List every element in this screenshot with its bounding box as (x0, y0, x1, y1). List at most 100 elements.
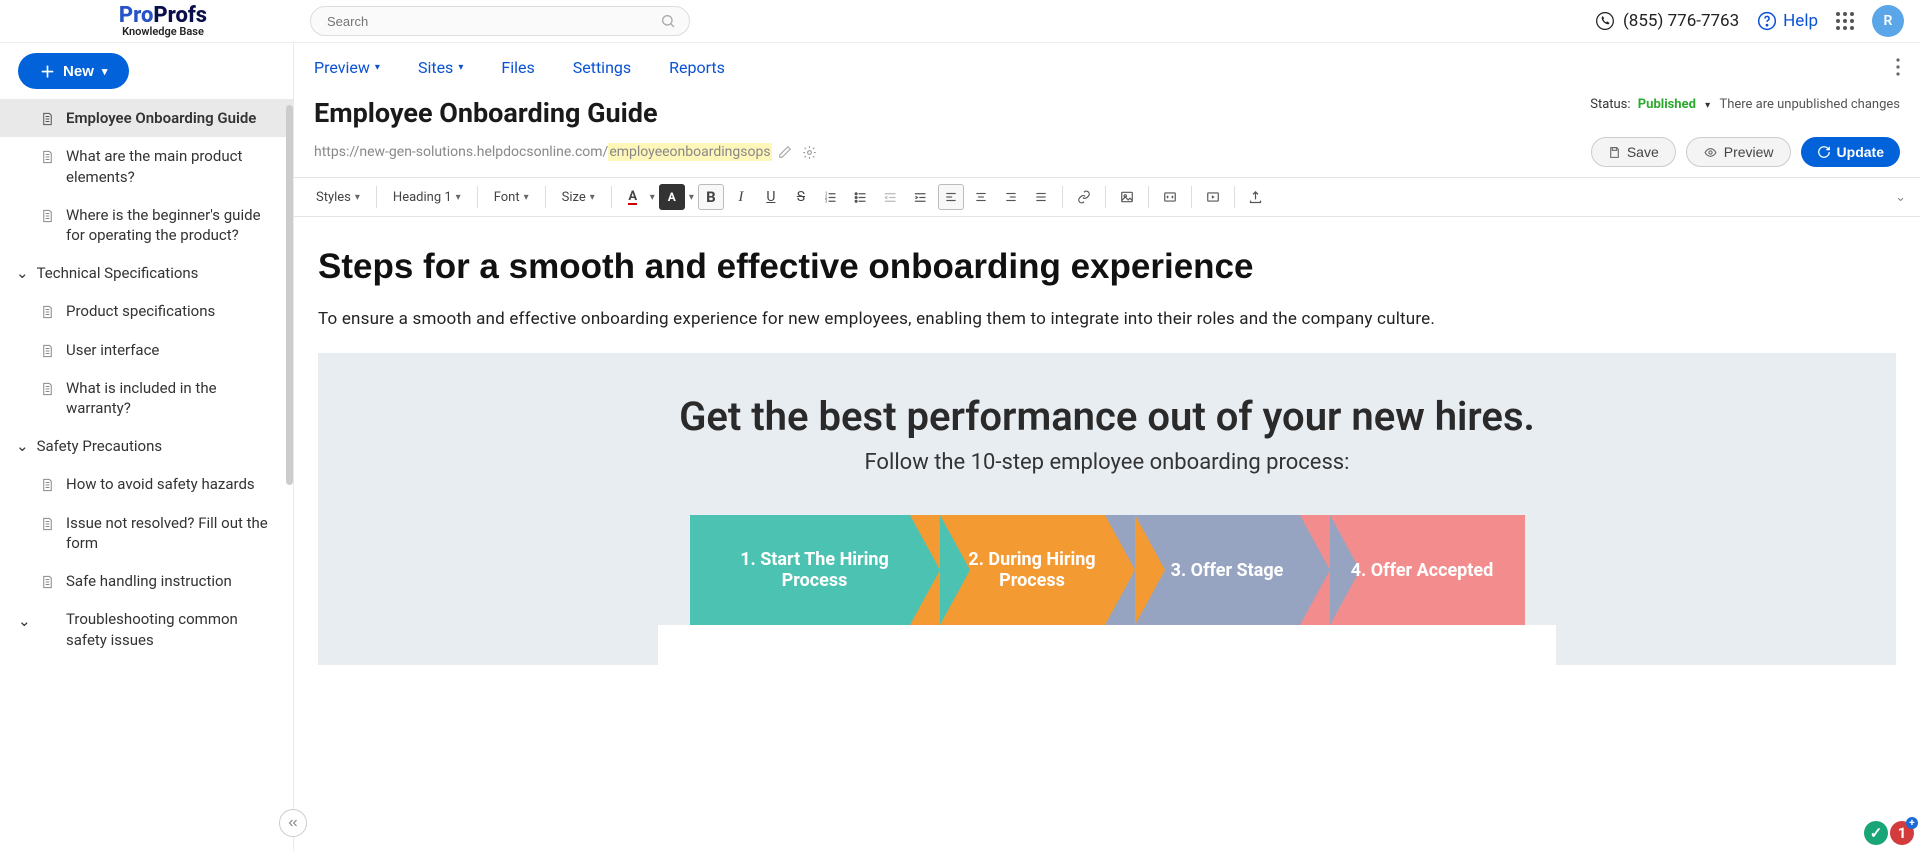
flow-step-1: 1. Start The Hiring Process (690, 515, 940, 625)
phone-block[interactable]: (855) 776-7763 (1595, 11, 1739, 31)
chevron-down-icon[interactable]: ▾ (1705, 100, 1710, 111)
title-row: Employee Onboarding Guide Status: Publis… (294, 91, 1920, 133)
toolbar-styles-select[interactable]: Styles▾ (308, 183, 368, 211)
sidebar-item-warranty[interactable]: What is included in the warranty? (0, 369, 293, 428)
code-icon[interactable] (1157, 184, 1183, 210)
toolbar-heading-select[interactable]: Heading 1▾ (385, 183, 469, 211)
sidebar-item-onboarding-guide[interactable]: Employee Onboarding Guide (0, 99, 293, 137)
toolbar-size-select[interactable]: Size▾ (554, 183, 603, 211)
upload-icon[interactable] (1243, 184, 1269, 210)
submenu-files[interactable]: Files (501, 58, 534, 77)
chevron-down-icon: ▾ (375, 62, 380, 73)
document-icon (40, 303, 56, 321)
page-url: https://new-gen-solutions.helpdocsonline… (314, 144, 772, 160)
edit-url-icon[interactable] (778, 145, 792, 159)
italic-icon[interactable]: I (728, 184, 754, 210)
hero-subheading: Follow the 10-step employee onboarding p… (358, 450, 1856, 475)
sidebar-item-product-spec[interactable]: Product specifications (0, 292, 293, 330)
underline-icon[interactable]: U (758, 184, 784, 210)
sidebar-section-label: Technical Specifications (37, 264, 199, 282)
sidebar-item-troubleshooting[interactable]: ⌄ Troubleshooting common safety issues (0, 600, 293, 659)
url-settings-icon[interactable] (802, 145, 817, 160)
chevron-down-icon: ▾ (458, 62, 463, 73)
main-panel: Preview▾ Sites▾ Files Settings Reports E… (294, 43, 1920, 851)
document-icon (40, 207, 56, 225)
align-left-icon[interactable] (938, 184, 964, 210)
update-button[interactable]: Update (1801, 137, 1900, 167)
sidebar-section-technical[interactable]: ⌄ Technical Specifications (0, 254, 293, 292)
chevron-down-icon: ▾ (102, 65, 108, 78)
sidebar-item-issue-form[interactable]: Issue not resolved? Fill out the form (0, 504, 293, 563)
status-label: Status: (1590, 97, 1630, 112)
more-menu-icon[interactable] (1896, 58, 1900, 76)
submenu-settings[interactable]: Settings (573, 58, 631, 77)
save-icon (1608, 146, 1621, 159)
sidebar-item-label: User interface (66, 340, 159, 360)
submenu: Preview▾ Sites▾ Files Settings Reports (294, 43, 1920, 91)
sidebar-item-label: Issue not resolved? Fill out the form (66, 513, 281, 554)
content-paragraph: To ensure a smooth and effective onboard… (318, 309, 1896, 329)
top-header: ProProfs Knowledge Base (855) 776-7763 H… (0, 0, 1920, 43)
chevron-down-icon: ⌄ (16, 437, 29, 455)
sidebar-item-safe-handling[interactable]: Safe handling instruction (0, 562, 293, 600)
logo-text: ProProfs (119, 5, 207, 27)
badge-success[interactable]: ✓ (1864, 821, 1888, 845)
text-color-icon[interactable]: A (620, 184, 646, 210)
plus-icon: + (1906, 817, 1918, 829)
sidebar-item-label: Where is the beginner's guide for operat… (66, 205, 281, 246)
search-wrap (310, 6, 690, 36)
submenu-sites[interactable]: Sites▾ (418, 58, 463, 77)
search-input[interactable] (310, 6, 690, 36)
floating-badges: ✓ 1 + (1864, 821, 1914, 845)
refresh-icon (1817, 145, 1831, 159)
highlight-color-dropdown[interactable]: ▾ (689, 192, 694, 203)
highlight-color-icon[interactable]: A (659, 184, 685, 210)
align-justify-icon[interactable] (1028, 184, 1054, 210)
eye-icon (1703, 146, 1718, 159)
outdent-icon[interactable] (878, 184, 904, 210)
help-link[interactable]: Help (1757, 11, 1818, 31)
avatar[interactable]: R (1872, 5, 1904, 37)
sidebar-item-label: Troubleshooting common safety issues (66, 609, 281, 650)
phone-number: (855) 776-7763 (1623, 11, 1739, 31)
strikethrough-icon[interactable]: S (788, 184, 814, 210)
text-color-dropdown[interactable]: ▾ (650, 192, 655, 203)
document-icon (40, 573, 56, 591)
url-and-actions-row: https://new-gen-solutions.helpdocsonline… (294, 133, 1920, 177)
image-icon[interactable] (1114, 184, 1140, 210)
sidebar-item-label: What is included in the warranty? (66, 378, 281, 419)
link-icon[interactable] (1071, 184, 1097, 210)
align-center-icon[interactable] (968, 184, 994, 210)
document-icon (40, 476, 56, 494)
sidebar-item-product-elements[interactable]: What are the main product elements? (0, 137, 293, 196)
ordered-list-icon[interactable]: 123 (818, 184, 844, 210)
bold-icon[interactable]: B (698, 184, 724, 210)
header-right: (855) 776-7763 Help R (1595, 5, 1904, 37)
document-icon (40, 342, 56, 360)
phone-icon (1595, 11, 1615, 31)
content-editor[interactable]: Steps for a smooth and effective onboard… (294, 217, 1920, 851)
sidebar-tree: Employee Onboarding Guide What are the m… (0, 99, 293, 851)
badge-error[interactable]: 1 + (1890, 821, 1914, 845)
video-icon[interactable] (1200, 184, 1226, 210)
indent-icon[interactable] (908, 184, 934, 210)
sidebar-item-safety-hazards[interactable]: How to avoid safety hazards (0, 465, 293, 503)
search-icon (660, 13, 676, 29)
sidebar-section-safety[interactable]: ⌄ Safety Precautions (0, 427, 293, 465)
apps-icon[interactable] (1836, 12, 1854, 30)
align-right-icon[interactable] (998, 184, 1024, 210)
sidebar-item-beginners-guide[interactable]: Where is the beginner's guide for operat… (0, 196, 293, 255)
toolbar-expand-icon[interactable]: ⌄ (1895, 190, 1906, 205)
logo[interactable]: ProProfs Knowledge Base (16, 5, 310, 38)
status-area: Status: Published ▾ There are unpublishe… (1590, 97, 1900, 112)
scrollbar[interactable] (286, 105, 293, 485)
new-button[interactable]: ＋ New ▾ (18, 53, 129, 89)
unordered-list-icon[interactable] (848, 184, 874, 210)
editor-toolbar: Styles▾ Heading 1▾ Font▾ Size▾ A ▾ A ▾ B I… (294, 177, 1920, 217)
toolbar-font-select[interactable]: Font▾ (486, 183, 537, 211)
save-button[interactable]: Save (1591, 137, 1676, 167)
preview-button[interactable]: Preview (1686, 137, 1791, 167)
sidebar-item-user-interface[interactable]: User interface (0, 331, 293, 369)
submenu-reports[interactable]: Reports (669, 58, 725, 77)
submenu-preview[interactable]: Preview▾ (314, 58, 380, 77)
